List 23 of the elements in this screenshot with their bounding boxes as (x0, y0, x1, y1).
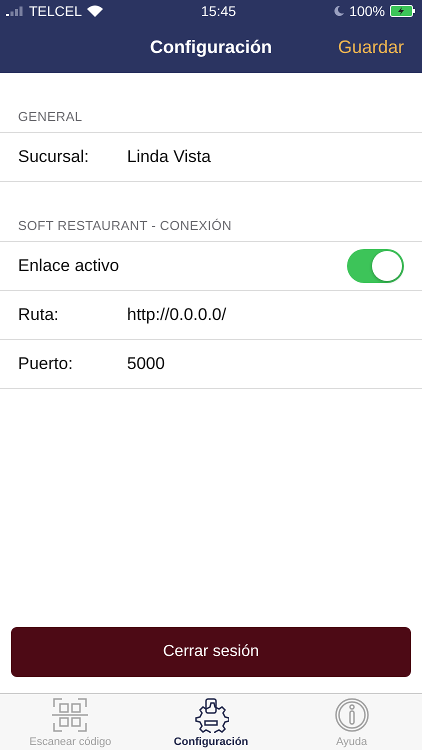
screen-title: Configuración (150, 37, 272, 58)
carrier-name: TELCEL (29, 3, 82, 19)
field-label: Sucursal: (18, 147, 90, 167)
field-value: 5000 (127, 354, 165, 374)
logout-button[interactable]: Cerrar sesión (11, 627, 411, 677)
signal-icon (6, 6, 24, 16)
save-button[interactable]: Guardar (338, 37, 404, 58)
field-value: Linda Vista (127, 147, 211, 167)
battery-percent: 100% (349, 3, 385, 19)
info-icon (334, 697, 370, 733)
section-header: GENERAL (17, 109, 84, 126)
clock-time: 15:45 (201, 3, 236, 19)
wifi-icon (86, 5, 103, 17)
field-label: Puerto: (18, 354, 74, 374)
field-value: http://0.0.0.0/ (127, 305, 226, 325)
toggle-switch[interactable] (347, 249, 404, 283)
field-label: Ruta: (18, 305, 60, 325)
moon-icon (334, 6, 344, 16)
tab-item[interactable]: Configuración (140, 694, 282, 750)
battery-charging-icon (390, 5, 416, 17)
section-header: SOFT RESTAURANT - CONEXIÓN (17, 218, 233, 235)
toggle-label: Enlace activo (18, 256, 120, 276)
qr-code-icon (52, 697, 88, 733)
